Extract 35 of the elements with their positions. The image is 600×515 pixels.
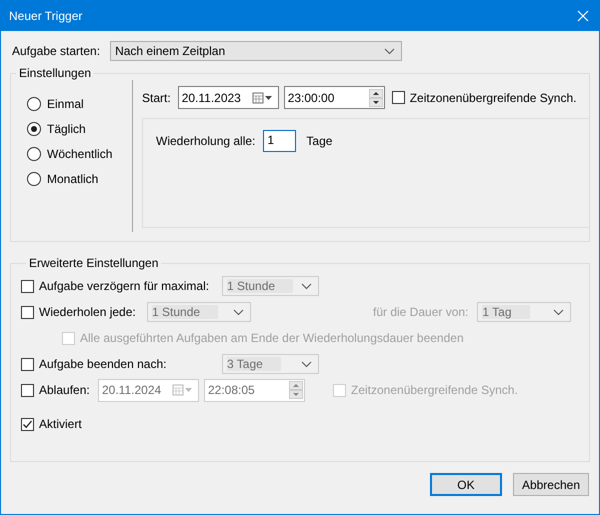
radio-label[interactable]: Wöchentlich [47, 146, 112, 160]
chevron-down-icon [301, 360, 312, 368]
checkbox[interactable] [392, 91, 405, 104]
group-title: Einstellungen [18, 66, 92, 80]
chevron-down-icon [233, 308, 244, 316]
radio-button[interactable] [27, 96, 41, 110]
close-icon[interactable] [577, 10, 589, 22]
time-field[interactable]: 23:00:00 [284, 86, 385, 109]
radio-label[interactable]: Monatlich [47, 172, 98, 186]
radio-button[interactable] [27, 122, 41, 136]
field-label: Wiederholung alle: [156, 134, 256, 148]
chevron-down-icon [384, 48, 396, 54]
checkbox-label[interactable]: Zeitzonenübergreifende Synch. [410, 90, 576, 104]
checkbox[interactable] [21, 418, 34, 430]
checkbox-label[interactable]: Aktiviert [39, 417, 82, 431]
radio-label[interactable]: Einmal [47, 96, 84, 110]
spin-down-button[interactable] [368, 98, 383, 106]
unit-label: Tage [306, 134, 332, 148]
calendar-dropdown-icon[interactable] [252, 92, 274, 104]
dialog-button[interactable]: OK [430, 473, 502, 496]
window-title: Neuer Trigger [9, 9, 82, 23]
radio-button[interactable] [27, 146, 41, 160]
date-field[interactable]: 20.11.2023 [178, 86, 279, 109]
field-label: für die Dauer von: [373, 305, 468, 319]
dropdown[interactable]: Nach einem Zeitplan [110, 41, 402, 61]
spin-up-button[interactable] [368, 88, 383, 98]
group-title: Erweiterte Einstellungen [28, 256, 160, 270]
radio-label[interactable]: Täglich [47, 122, 86, 136]
field-label: Aufgabe starten: [12, 44, 100, 58]
chevron-down-icon [553, 308, 564, 316]
field-label: Start: [142, 90, 171, 104]
chevron-down-icon [301, 282, 312, 290]
input-field[interactable]: 1 [263, 130, 296, 152]
dialog-button[interactable]: Abbrechen [512, 473, 589, 496]
radio-button[interactable] [27, 172, 41, 186]
